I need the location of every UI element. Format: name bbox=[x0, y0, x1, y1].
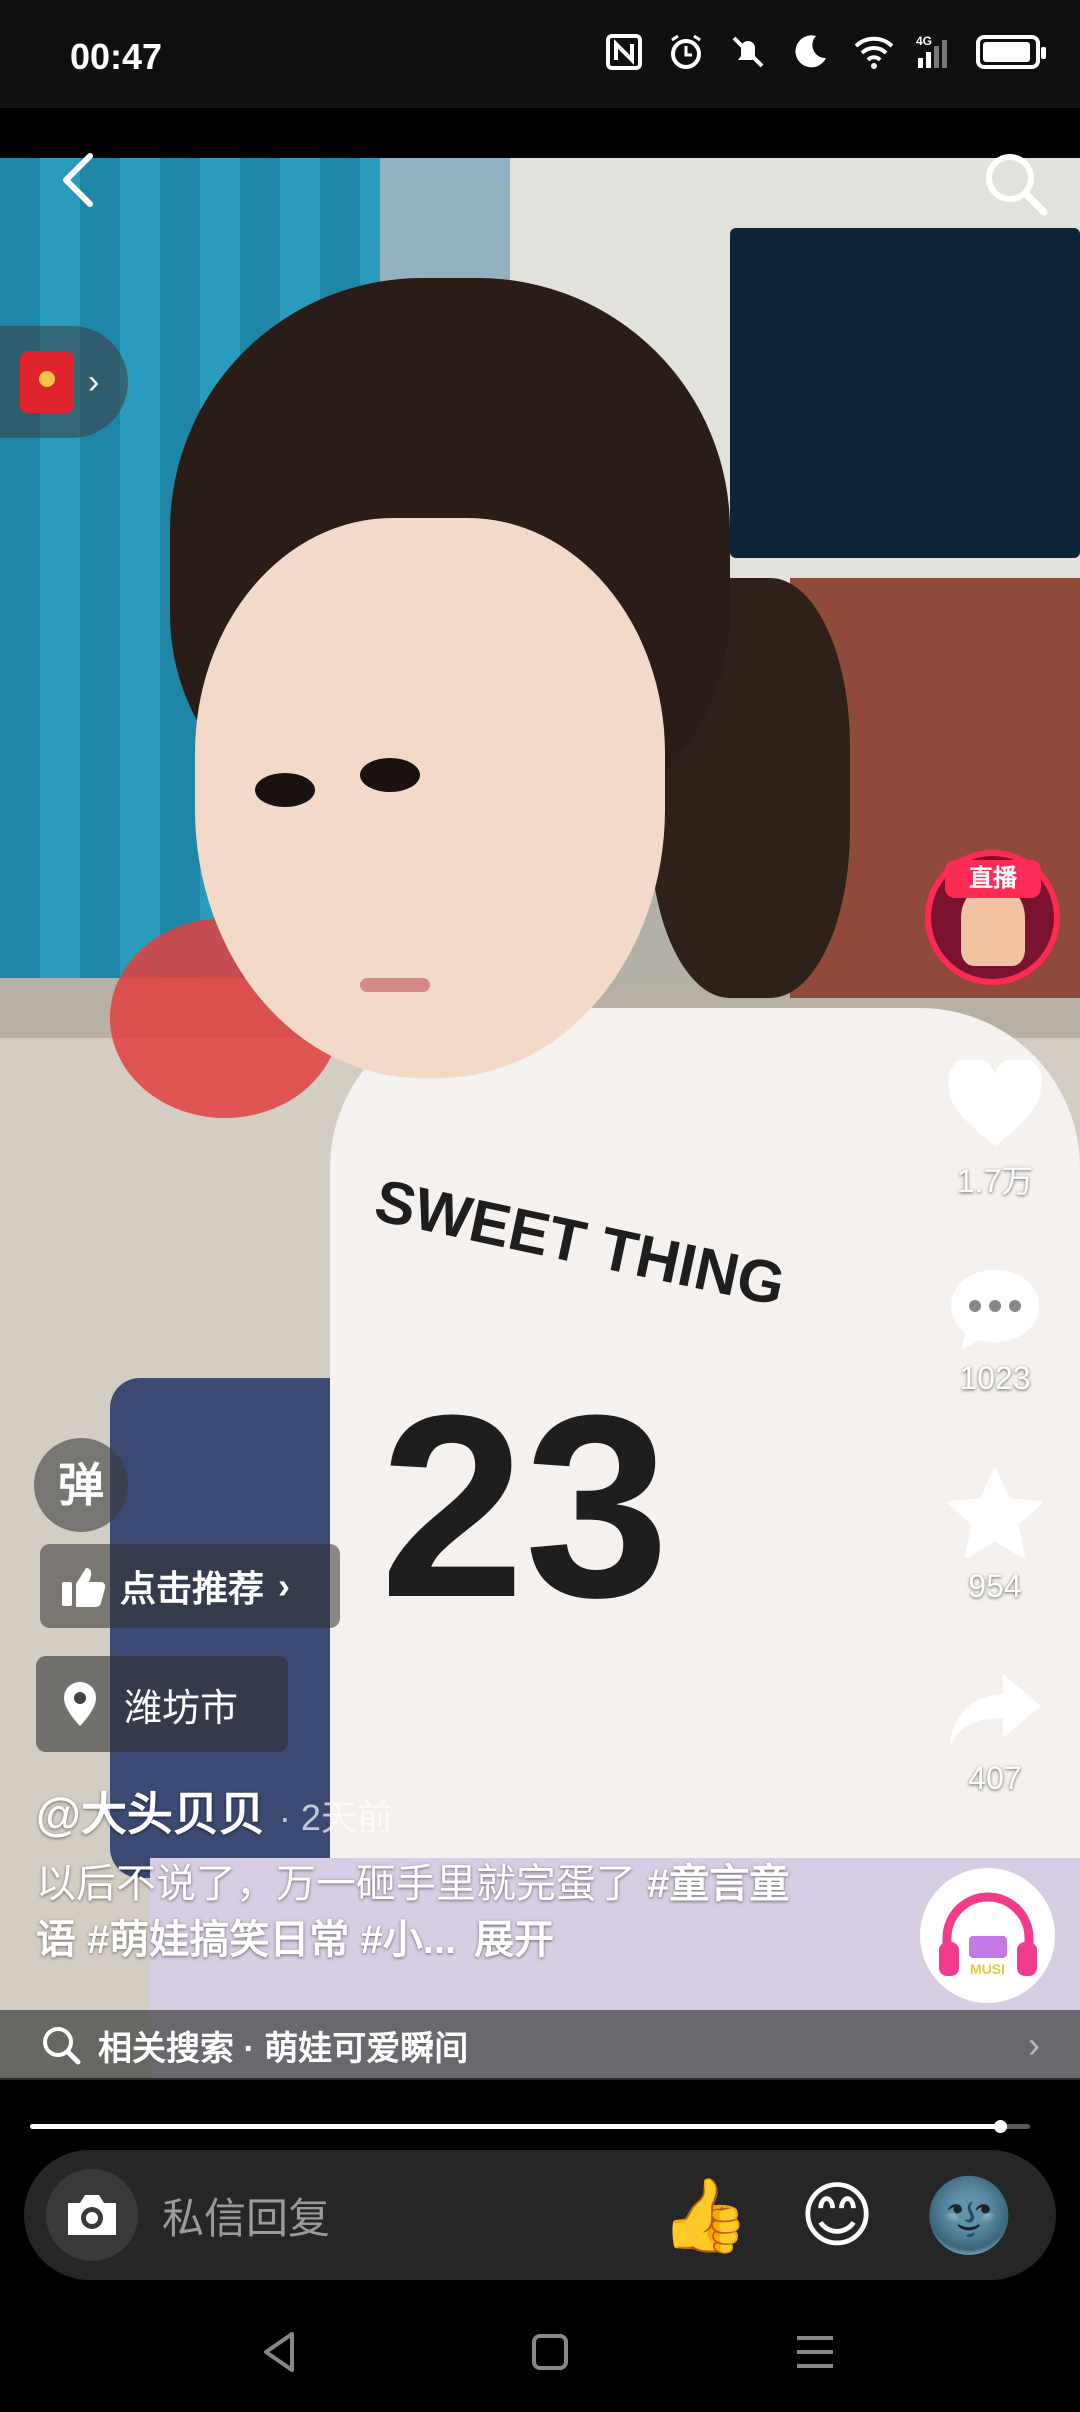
share-arrow-icon bbox=[949, 1674, 1041, 1748]
mute-icon bbox=[728, 32, 768, 72]
thumbs-up-icon bbox=[62, 1568, 106, 1607]
nav-back-triangle-icon bbox=[264, 2332, 294, 2372]
camera-button[interactable] bbox=[46, 2169, 138, 2261]
emoji-smile[interactable]: 😊 bbox=[792, 2170, 882, 2260]
like-button[interactable]: 1.7万 bbox=[925, 1060, 1065, 1202]
avatar-figure bbox=[961, 886, 1025, 966]
progress-knob[interactable] bbox=[994, 2120, 1007, 2133]
emoji-thumbs-up[interactable]: 👍 bbox=[660, 2170, 750, 2260]
expand-caption-button[interactable]: 展开 bbox=[474, 1918, 554, 1962]
comment-count: 1023 bbox=[959, 1360, 1031, 1396]
video-progress-bar[interactable] bbox=[30, 2120, 1030, 2133]
music-label: MUSI bbox=[970, 1961, 1005, 1977]
system-nav-bar bbox=[0, 2290, 1080, 2412]
search-icon bbox=[43, 2027, 81, 2065]
location-label: 潍坊市 bbox=[124, 1687, 239, 1730]
favorite-button[interactable]: 954 bbox=[925, 1466, 1065, 1605]
recommend-button[interactable]: 点击推荐 › bbox=[40, 1544, 340, 1628]
favorite-count: 954 bbox=[968, 1568, 1022, 1604]
back-button[interactable] bbox=[50, 150, 110, 210]
post-time: · 2天前 bbox=[278, 1797, 393, 1838]
related-search-label: 相关搜索 · 萌娃可爱瞬间 bbox=[98, 2029, 469, 2068]
recommend-label: 点击推荐 bbox=[120, 1568, 265, 1609]
nav-menu-button[interactable] bbox=[785, 2322, 845, 2382]
girl-eye-right bbox=[360, 758, 420, 792]
post-caption: 以后不说了，万一砸手里就完蛋了 #童言童语 #萌娃搞笑日常 #小... 展开 bbox=[36, 1856, 816, 1968]
shirt-number: 23 bbox=[380, 1362, 670, 1652]
caption-text: 以后不说了，万一砸手里就完蛋了 bbox=[36, 1862, 648, 1906]
heart-icon bbox=[948, 1060, 1042, 1146]
scene-tv bbox=[730, 228, 1080, 558]
girl-eye-left bbox=[255, 773, 315, 807]
location-button[interactable]: 潍坊市 bbox=[36, 1656, 288, 1752]
comment-button[interactable]: 1023 bbox=[925, 1264, 1065, 1397]
author-line: @大头贝贝 · 2天前 bbox=[36, 1778, 393, 1844]
danmu-toggle-button[interactable]: 弹 bbox=[34, 1438, 128, 1532]
share-button[interactable]: 407 bbox=[925, 1668, 1065, 1797]
camera-icon bbox=[68, 2195, 116, 2235]
nav-home-square-icon bbox=[532, 2334, 568, 2370]
progress-fill bbox=[30, 2124, 1000, 2129]
related-search-bar[interactable]: 相关搜索 · 萌娃可爱瞬间 › bbox=[0, 2010, 1080, 2080]
battery-icon bbox=[976, 35, 1046, 69]
4g-signal-icon: 4G bbox=[914, 32, 954, 72]
red-packet-button[interactable]: › bbox=[0, 326, 128, 438]
chevron-right-icon: › bbox=[88, 362, 100, 401]
moon-icon bbox=[790, 32, 830, 72]
chevron-right-icon: › bbox=[278, 1565, 291, 1606]
nav-menu-lines-icon bbox=[797, 2336, 833, 2368]
status-time: 00:47 bbox=[70, 36, 163, 77]
wifi-icon bbox=[852, 32, 894, 72]
chevron-right-icon: › bbox=[1028, 2024, 1040, 2065]
comment-icon bbox=[951, 1270, 1039, 1350]
headphones-music-icon: MUSI bbox=[938, 1892, 1037, 1977]
star-icon bbox=[948, 1468, 1042, 1558]
alarm-icon bbox=[666, 32, 706, 72]
share-count: 407 bbox=[968, 1760, 1022, 1796]
author-name[interactable]: @大头贝贝 bbox=[36, 1778, 265, 1844]
reply-input[interactable]: 私信回复 bbox=[162, 2185, 660, 2246]
status-icons: 4G bbox=[604, 32, 1046, 72]
nav-home-button[interactable] bbox=[520, 2322, 580, 2382]
emoji-moon-face[interactable]: 🌚 bbox=[924, 2170, 1014, 2260]
nfc-icon bbox=[604, 32, 644, 72]
svg-text:4G: 4G bbox=[916, 34, 932, 48]
reply-bar: 私信回复 👍 😊 🌚 bbox=[24, 2150, 1056, 2280]
status-bar: 00:47 4G bbox=[0, 0, 1080, 108]
back-chevron-icon bbox=[63, 153, 93, 207]
live-badge: 直播 bbox=[945, 860, 1041, 898]
search-icon bbox=[986, 154, 1048, 216]
girl-mouth bbox=[360, 978, 430, 992]
red-envelope-icon bbox=[20, 351, 74, 413]
like-count: 1.7万 bbox=[956, 1163, 1034, 1199]
music-disc-button[interactable]: MUSI bbox=[920, 1868, 1055, 2003]
search-button[interactable] bbox=[980, 148, 1050, 218]
nav-back-button[interactable] bbox=[250, 2322, 310, 2382]
location-pin-icon bbox=[64, 1682, 96, 1726]
